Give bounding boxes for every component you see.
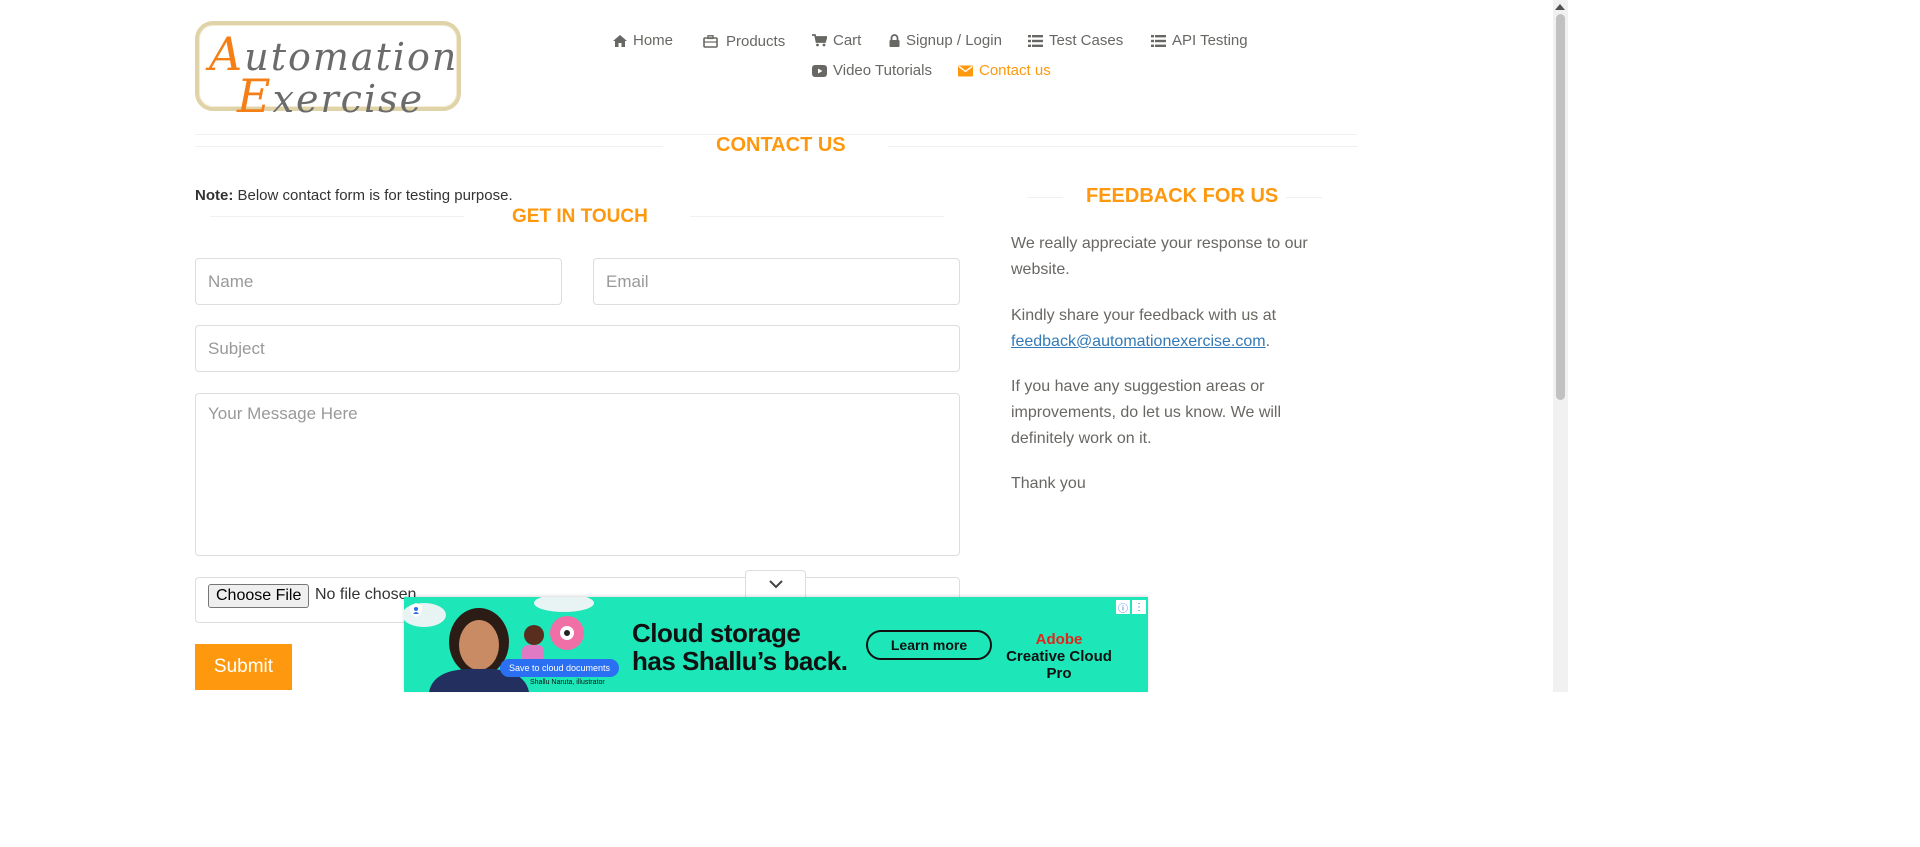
email-input[interactable]: [593, 258, 960, 305]
nav-products[interactable]: Products: [703, 33, 785, 50]
title-rule-left: [195, 146, 663, 147]
subject-input[interactable]: [195, 325, 960, 372]
form-note: Note: Below contact form is for testing …: [195, 187, 513, 204]
nav-api-testing-label: API Testing: [1172, 32, 1248, 49]
nav-home[interactable]: Home: [613, 32, 673, 49]
ad-headline-line-2: has Shallu’s back.: [632, 646, 848, 676]
feedback-rule-right: [1286, 197, 1322, 198]
feedback-p2-prefix: Kindly share your feedback with us at: [1011, 307, 1277, 324]
nav-products-label: Products: [726, 33, 786, 50]
note-label: Note:: [195, 187, 234, 204]
cart-icon: [812, 34, 827, 47]
feedback-email-link[interactable]: feedback@automationexercise.com: [1011, 333, 1266, 350]
feedback-paragraph-3: If you have any suggestion areas or impr…: [1011, 378, 1282, 447]
nav-contact-us[interactable]: Contact us: [958, 62, 1051, 79]
ad-credit: Shallu Naruta, illustrator: [530, 679, 605, 686]
briefcase-icon: [703, 35, 718, 48]
form-title: GET IN TOUCH: [512, 206, 648, 227]
ad-illustration: [404, 597, 594, 692]
feedback-paragraph-1: We really appreciate your response to ou…: [1011, 235, 1308, 278]
nav-home-label: Home: [633, 32, 674, 49]
feedback-title: FEEDBACK FOR US: [1086, 185, 1279, 207]
ad-info-icon[interactable]: ⓘ: [1116, 600, 1130, 615]
message-textarea[interactable]: [195, 393, 960, 556]
note-text: Below contact form is for testing purpos…: [233, 187, 513, 204]
scroll-up-arrow[interactable]: [1555, 4, 1565, 10]
ad-banner[interactable]: Save to cloud documents Shallu Naruta, i…: [404, 597, 1148, 692]
feedback-rule-left: [1027, 197, 1063, 198]
page-title: CONTACT US: [716, 134, 846, 156]
ad-brand: Adobe Creative Cloud Pro: [994, 631, 1124, 682]
lock-icon: [889, 34, 900, 47]
title-rule-right: [888, 146, 1358, 147]
nav-cart[interactable]: Cart: [812, 32, 861, 49]
ad-brand-line-2: Creative Cloud Pro: [1006, 648, 1112, 682]
list-icon: [1028, 34, 1043, 47]
file-status: No file chosen: [315, 586, 417, 603]
home-icon: [613, 34, 627, 47]
choose-file-button[interactable]: Choose File: [208, 584, 310, 608]
feedback-paragraph-4: Thank you: [1011, 475, 1086, 492]
ad-learn-more-button[interactable]: Learn more: [866, 630, 992, 660]
site-logo[interactable]: Automation Exercise: [195, 21, 461, 123]
youtube-icon: [812, 64, 827, 77]
form-title-rule-right: [690, 216, 944, 217]
nav-contact-us-label: Contact us: [979, 62, 1051, 79]
feedback-p2-suffix: .: [1265, 333, 1271, 350]
chevron-down-icon: [768, 580, 783, 589]
nav-test-cases[interactable]: Test Cases: [1028, 32, 1123, 49]
ad-badge-icon: [410, 603, 422, 617]
feedback-paragraph-2: Kindly share your feedback with us at fe…: [1011, 303, 1331, 355]
nav-video-tutorials[interactable]: Video Tutorials: [812, 62, 932, 79]
scrollbar-thumb[interactable]: [1556, 14, 1565, 400]
ad-brand-line-1: Adobe: [1035, 631, 1083, 648]
ad-headline-line-1: Cloud storage: [632, 618, 801, 648]
ad-chip: Save to cloud documents: [500, 659, 620, 677]
logo-line-2: Exercise: [237, 69, 425, 123]
ad-headline: Cloud storage has Shallu’s back.: [632, 618, 848, 676]
envelope-icon: [958, 65, 973, 76]
ad-collapse-button[interactable]: [745, 570, 806, 598]
nav-signup-login[interactable]: Signup / Login: [889, 32, 1002, 49]
submit-button[interactable]: Submit: [195, 644, 292, 690]
nav-cart-label: Cart: [833, 32, 862, 49]
ad-menu-icon[interactable]: ⋮: [1132, 600, 1146, 614]
nav-test-cases-label: Test Cases: [1049, 32, 1124, 49]
nav-signup-login-label: Signup / Login: [906, 32, 1002, 49]
nav-api-testing[interactable]: API Testing: [1151, 32, 1248, 49]
nav-video-tutorials-label: Video Tutorials: [833, 62, 932, 79]
list-icon: [1151, 34, 1166, 47]
name-input[interactable]: [195, 258, 562, 305]
form-title-rule-left: [210, 216, 464, 217]
ad-controls: ⓘ ⋮: [1116, 600, 1146, 615]
